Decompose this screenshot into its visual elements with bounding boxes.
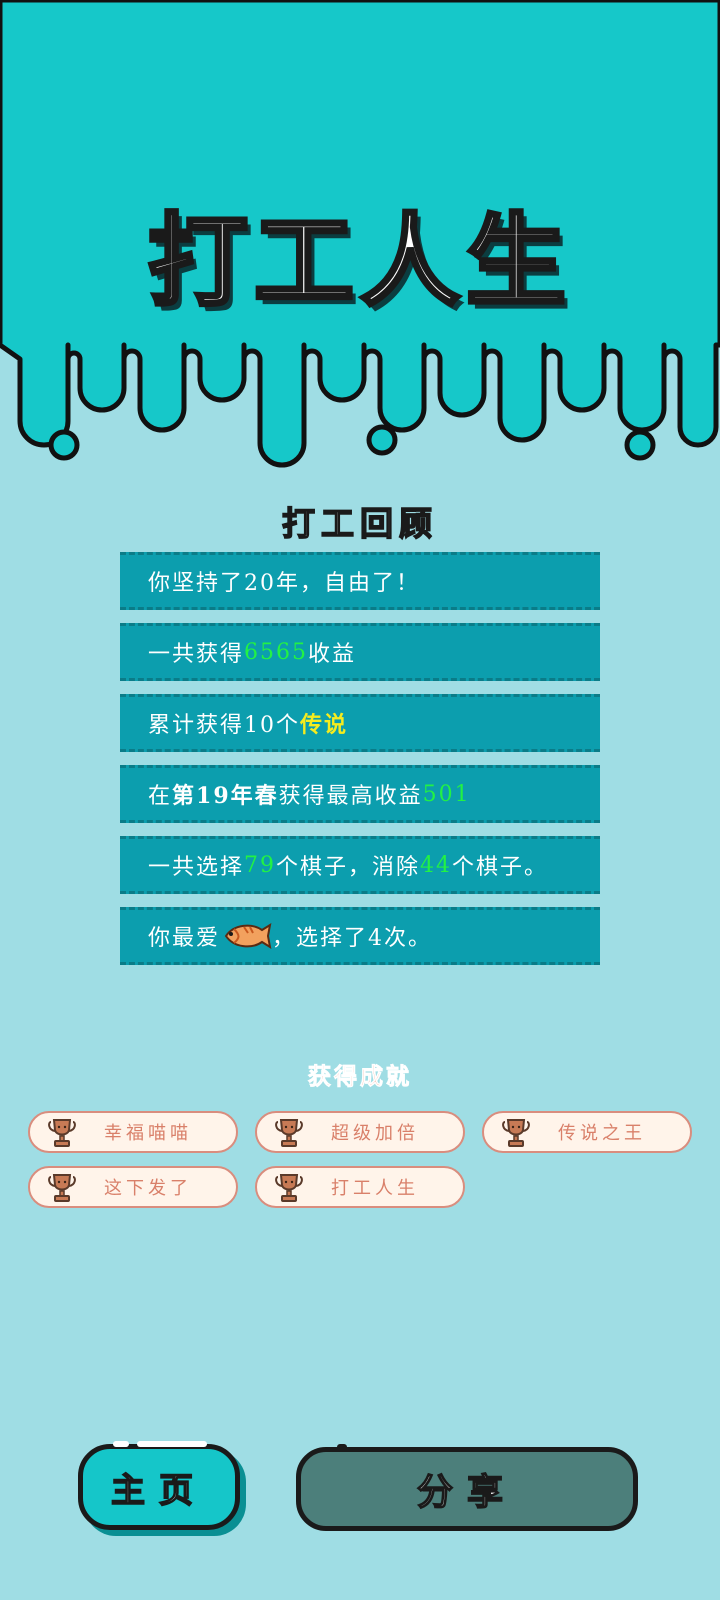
trophy-icon [275, 1119, 303, 1147]
achievement-badge: 超级加倍 [255, 1111, 465, 1153]
fish-icon [224, 922, 272, 950]
review-text: 收益 [308, 642, 357, 667]
review-text: 个棋子。 [452, 855, 549, 880]
best-income-value: 501 [422, 781, 471, 807]
review-row-years: 你坚持了20年，自由了！ [120, 552, 600, 610]
review-row-best-income: 在 第19年春 获得最高收益 501 [120, 765, 600, 823]
button-highlight [137, 1441, 207, 1447]
drip-drop [48, 429, 80, 461]
review-row-legends: 累计获得10个 传说 [120, 694, 600, 752]
review-heading: 打工回顾 [281, 503, 438, 544]
button-highlight [113, 1441, 129, 1447]
pieces-cleared-value: 44 [420, 852, 453, 878]
drip-drop [366, 424, 398, 456]
trophy-icon [48, 1119, 76, 1147]
review-row-total-income: 一共获得 6565 收益 [120, 623, 600, 681]
drip-drop [624, 429, 656, 461]
trophy-icon [48, 1174, 76, 1202]
review-text: 一共获得 [148, 642, 245, 667]
home-button[interactable]: 主页 [78, 1441, 240, 1530]
review-text: 你最爱 [148, 926, 221, 951]
achievement-badge: 传说之王 [482, 1111, 692, 1153]
home-button-label: 主页 [110, 1470, 207, 1512]
pieces-chosen-value: 79 [244, 852, 277, 878]
review-text: ，选择了4次。 [272, 926, 433, 951]
review-text: 个棋子，消除 [276, 855, 421, 880]
review-text: 在 [148, 784, 173, 809]
achievement-badge: 打工人生 [255, 1166, 465, 1208]
achievement-badge: 幸福喵喵 [28, 1111, 238, 1153]
review-text: 一共选择 [148, 855, 245, 880]
total-income-value: 6565 [244, 639, 309, 665]
achievements-heading: 获得成就 [308, 1063, 412, 1091]
review-row-pieces: 一共选择 79 个棋子，消除 44 个棋子。 [120, 836, 600, 894]
button-highlight [337, 1444, 347, 1450]
review-row-favorite: 你最爱 ，选择了4次。 [120, 907, 600, 965]
review-text: 你坚持了20年，自由了！ [148, 571, 420, 596]
game-title: 打工人生 [146, 201, 572, 322]
trophy-icon [502, 1119, 530, 1147]
share-button[interactable]: 分享 [296, 1444, 638, 1531]
trophy-icon [275, 1174, 303, 1202]
share-button-label: 分享 [416, 1470, 517, 1514]
best-season: 第19年春 [172, 783, 279, 809]
review-text: 累计获得10个 [148, 713, 300, 738]
legend-label: 传说 [300, 712, 349, 738]
review-text: 获得最高收益 [278, 784, 423, 809]
achievement-badge: 这下发了 [28, 1166, 238, 1208]
